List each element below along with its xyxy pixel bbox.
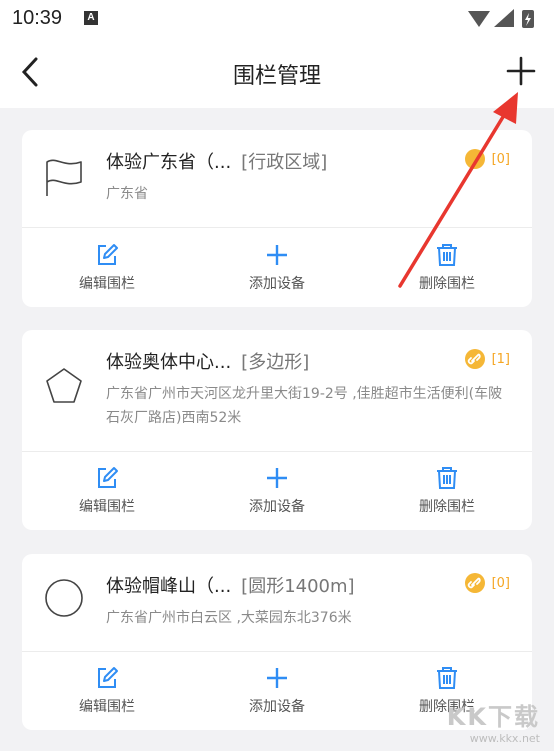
fence-address: 广东省广州市白云区 ,大菜园东北376米	[106, 610, 352, 626]
edit-icon	[98, 467, 118, 488]
delete-fence-label: 删除围栏	[419, 499, 475, 515]
link-icon	[464, 349, 485, 369]
status-bar: 10:39 A	[0, 0, 554, 36]
fence-name: 体验广东省（... [行政区域]	[106, 148, 327, 174]
edit-icon	[98, 667, 118, 688]
add-device-label: 添加设备	[249, 699, 305, 715]
page-title: 围栏管理	[232, 64, 321, 89]
plus-icon	[267, 245, 287, 265]
flag-icon	[46, 159, 82, 196]
edit-fence-label: 编辑围栏	[79, 499, 135, 515]
fence-title: 体验广东省（...	[106, 152, 232, 173]
add-device-label: 添加设备	[249, 276, 305, 292]
add-device-button[interactable]: 添加设备	[192, 652, 362, 730]
edit-fence-button[interactable]: 编辑围栏	[22, 452, 192, 530]
add-device-button[interactable]: 添加设备	[192, 229, 362, 307]
fence-title: 体验帽峰山（...	[106, 576, 232, 597]
plus-icon	[267, 668, 287, 688]
watermark-url: www.kkx.net	[469, 732, 540, 745]
trash-icon	[437, 467, 457, 489]
nav-bar: 围栏管理	[0, 36, 554, 108]
edit-icon	[98, 244, 118, 265]
watermark-logo: KK下载	[446, 703, 540, 731]
notification-a-icon: A	[84, 11, 98, 25]
plus-icon	[267, 468, 287, 488]
watermark: KK下载 www.kkx.net	[447, 697, 540, 745]
fence-card[interactable]: 体验奥体中心... [多边形] [1] 广东省广州市天河区龙升里大街19-2号 ,…	[22, 330, 532, 530]
fence-address: 广东省广州市天河区龙升里大街19-2号 ,佳胜超市生活便利(车陂石灰厂路店)西南…	[106, 386, 503, 426]
add-device-label: 添加设备	[249, 499, 305, 515]
edit-fence-button[interactable]: 编辑围栏	[22, 229, 192, 307]
fence-actions: 编辑围栏 添加设备 删除围栏	[22, 229, 532, 307]
device-count-badge: [0]	[464, 572, 510, 594]
trash-icon	[437, 667, 457, 689]
device-count: [0]	[491, 575, 510, 591]
signal-icon	[494, 9, 514, 27]
smile-icon	[464, 149, 485, 169]
status-time: 10:39	[12, 7, 63, 29]
fence-name: 体验奥体中心... [多边形]	[106, 348, 309, 374]
link-icon	[464, 573, 485, 593]
fence-address: 广东省	[106, 186, 148, 202]
device-count: [1]	[491, 351, 510, 367]
edit-fence-label: 编辑围栏	[79, 699, 135, 715]
device-count-badge: [0]	[464, 148, 510, 170]
delete-fence-label: 删除围栏	[419, 276, 475, 292]
device-count: [0]	[491, 151, 510, 167]
pentagon-icon	[46, 368, 82, 403]
fence-title: 体验奥体中心...	[106, 352, 232, 373]
delete-fence-button[interactable]: 删除围栏	[362, 452, 532, 530]
fence-card[interactable]: 体验广东省（... [行政区域] [0] 广东省 编辑围栏 添加设备 删除围栏	[22, 130, 532, 307]
trash-icon	[437, 244, 457, 266]
fence-type: [多边形]	[241, 352, 310, 373]
device-count-badge: [1]	[464, 348, 510, 370]
wifi-icon	[468, 11, 490, 27]
divider	[22, 227, 532, 228]
fence-type: [圆形1400m]	[241, 576, 355, 597]
system-status-icons	[468, 9, 534, 28]
edit-fence-label: 编辑围栏	[79, 276, 135, 292]
fence-name: 体验帽峰山（... [圆形1400m]	[106, 572, 355, 598]
delete-fence-button[interactable]: 删除围栏	[362, 229, 532, 307]
edit-fence-button[interactable]: 编辑围栏	[22, 652, 192, 730]
fence-actions: 编辑围栏 添加设备 删除围栏	[22, 452, 532, 530]
fence-type: [行政区域]	[241, 152, 328, 173]
add-fence-plus-icon[interactable]	[506, 56, 536, 86]
add-device-button[interactable]: 添加设备	[192, 452, 362, 530]
circle-icon	[45, 579, 83, 617]
